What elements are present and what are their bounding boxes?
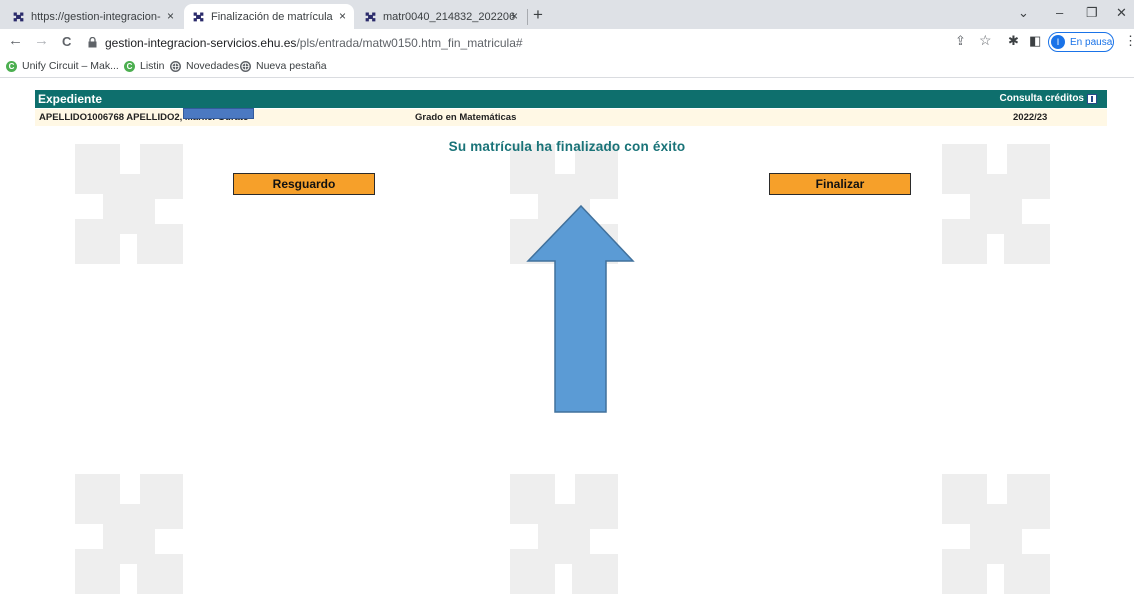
tab-close-icon[interactable]: × bbox=[339, 9, 346, 23]
globe-icon bbox=[240, 60, 251, 72]
bookmark-novedades[interactable]: Novedades bbox=[170, 60, 239, 72]
bookmarks-bar: C Unify Circuit – Mak... C Listin Noveda… bbox=[0, 56, 1134, 78]
expediente-title: Expediente bbox=[38, 92, 103, 106]
up-arrow-annotation bbox=[526, 204, 635, 413]
back-button[interactable]: ← bbox=[8, 32, 23, 49]
tab-title: https://gestion-integracion-servi bbox=[31, 10, 161, 23]
success-message: Su matrícula ha finalizado con éxito bbox=[448, 139, 686, 154]
url-path: /pls/entrada/matw0150.htm_fin_matricula# bbox=[296, 35, 523, 50]
extensions-icon[interactable]: ✱ bbox=[1008, 33, 1019, 49]
tab-3[interactable]: matr0040_214832_20220615_130 × bbox=[356, 4, 526, 29]
profile-status: En pausa bbox=[1070, 36, 1113, 48]
ehu-watermark-logo bbox=[510, 474, 618, 594]
tab-1[interactable]: https://gestion-integracion-servi × bbox=[4, 4, 182, 29]
restore-button[interactable]: ❐ bbox=[1086, 5, 1098, 21]
bookmark-label: Novedades bbox=[186, 60, 240, 72]
tab-strip: https://gestion-integracion-servi × Fina… bbox=[0, 0, 1134, 29]
forward-button[interactable]: → bbox=[34, 32, 49, 49]
side-panel-icon[interactable]: ◧ bbox=[1029, 33, 1041, 49]
url-host: gestion-integracion-servicios.ehu.es bbox=[105, 35, 297, 50]
share-icon[interactable]: ⇪ bbox=[955, 33, 966, 49]
bookmark-star-icon[interactable]: ☆ bbox=[979, 32, 992, 49]
bookmark-label: Nueva pestaña bbox=[256, 60, 327, 72]
page-content: Expediente Consulta créditos APELLIDO100… bbox=[0, 79, 1134, 616]
expediente-header: Expediente Consulta créditos bbox=[35, 90, 1107, 108]
bookmark-label: Unify Circuit – Mak... bbox=[22, 60, 119, 72]
resguardo-button[interactable]: Resguardo bbox=[233, 173, 375, 195]
tab-separator bbox=[527, 9, 528, 25]
ehu-watermark-logo bbox=[942, 474, 1050, 594]
bookmark-nueva-pestana[interactable]: Nueva pestaña bbox=[240, 60, 327, 72]
bookmark-listin[interactable]: C Listin bbox=[124, 60, 165, 72]
consulta-creditos-link[interactable]: Consulta créditos bbox=[1000, 93, 1097, 104]
academic-year: 2022/23 bbox=[1013, 112, 1048, 123]
address-bar[interactable]: gestion-integracion-servicios.ehu.es/pls… bbox=[88, 32, 938, 53]
book-icon[interactable] bbox=[1087, 93, 1097, 104]
tab-close-icon[interactable]: × bbox=[511, 9, 518, 23]
circuit-icon: C bbox=[6, 60, 17, 72]
avatar: I bbox=[1051, 35, 1065, 49]
profile-button[interactable]: I En pausa bbox=[1048, 32, 1114, 52]
tab-close-icon[interactable]: × bbox=[167, 9, 174, 23]
minimize-button[interactable]: – bbox=[1056, 5, 1063, 20]
close-window-button[interactable]: ✕ bbox=[1116, 5, 1127, 21]
tab-title: matr0040_214832_20220615_130 bbox=[383, 10, 515, 23]
new-tab-button[interactable]: + bbox=[533, 5, 543, 25]
menu-kebab-icon[interactable]: ⋮ bbox=[1124, 33, 1134, 49]
ehu-favicon-icon bbox=[13, 12, 24, 22]
bookmark-unify-circuit[interactable]: C Unify Circuit – Mak... bbox=[6, 60, 119, 72]
bookmark-label: Listin bbox=[140, 60, 165, 72]
ehu-watermark-logo bbox=[75, 474, 183, 594]
ehu-favicon-icon bbox=[193, 12, 204, 22]
ehu-favicon-icon bbox=[365, 12, 376, 22]
redaction-box bbox=[183, 108, 254, 119]
reload-button[interactable]: C bbox=[62, 34, 71, 49]
circuit-icon: C bbox=[124, 60, 135, 72]
tab-title: Finalización de matrícula bbox=[211, 10, 333, 23]
lock-icon bbox=[88, 37, 97, 48]
degree-name: Grado en Matemáticas bbox=[415, 112, 517, 123]
browser-toolbar: ← → C gestion-integracion-servicios.ehu.… bbox=[0, 29, 1134, 56]
tab-2-active[interactable]: Finalización de matrícula × bbox=[184, 4, 354, 29]
tab-search-icon[interactable]: ⌄ bbox=[1018, 5, 1029, 21]
finalizar-button[interactable]: Finalizar bbox=[769, 173, 911, 195]
consulta-creditos-label: Consulta créditos bbox=[999, 93, 1084, 104]
globe-icon bbox=[170, 60, 181, 72]
